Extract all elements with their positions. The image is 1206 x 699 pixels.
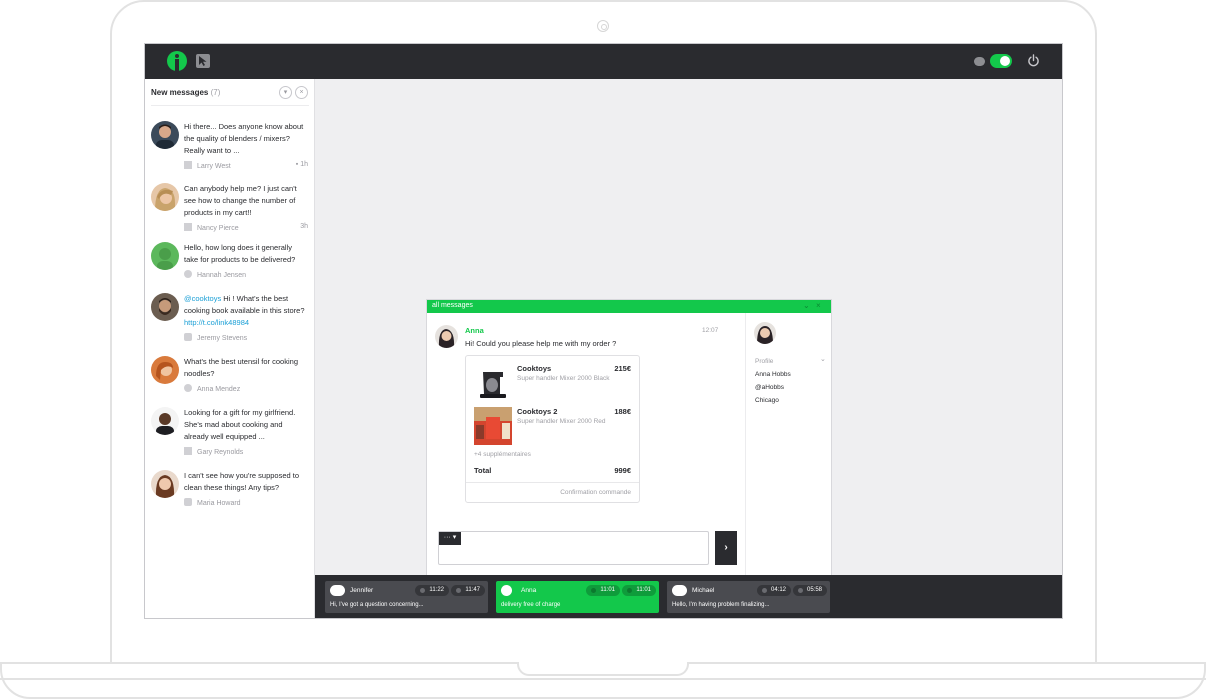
conversation-tray: Jennifer 11:22 11:47 Hi, I've got a ques… [315, 575, 1062, 618]
more-items[interactable]: +4 supplémentaires [474, 451, 531, 458]
message-meta: Maria Howard [184, 498, 308, 508]
messages-sidebar: New messages (7) ▾ × Hi there... Does an… [145, 79, 315, 618]
message-text: I can't see how you're supposed to clean… [184, 471, 300, 492]
message-meta: Larry West ▪ 1h [184, 161, 308, 171]
product-price: 188€ [614, 407, 631, 416]
avatar [151, 470, 179, 498]
sidebar-title: New messages (7) [151, 88, 221, 97]
message-input[interactable]: ··· ▾ [438, 531, 709, 565]
chat-bubble-icon [672, 585, 687, 596]
conversation-preview: delivery free of charge [501, 602, 561, 608]
message-meta: Gary Reynolds [184, 447, 308, 457]
conversation-tab[interactable]: Michael 04:12 05:58 Hello, I'm having pr… [667, 581, 830, 613]
message-text: Hi! Could you please help me with my ord… [465, 339, 617, 348]
close-icon[interactable]: × [816, 301, 821, 310]
close-icon[interactable]: × [295, 86, 308, 99]
chat-bubble-icon [330, 585, 345, 596]
chat-title: all messages [432, 302, 473, 309]
avatar [435, 325, 458, 348]
avatar [151, 121, 179, 149]
message-meta: Hannah Jensen [184, 270, 308, 280]
profile-name: Anna Hobbs [755, 371, 791, 378]
conversation-tab[interactable]: Anna 11:01 11:01 delivery free of charge [496, 581, 659, 613]
facebook-icon [184, 223, 192, 231]
product-image [474, 407, 512, 445]
message-text: Hello, how long does it generally take f… [184, 243, 296, 264]
response-time: 05:58 [793, 585, 827, 596]
mention-link[interactable]: @cooktoys [184, 294, 221, 303]
tweet-link[interactable]: http://t.co/link48984 [184, 318, 249, 327]
chat-title-bar[interactable]: all messages ⌄ × [427, 300, 831, 313]
chat-window: all messages ⌄ × Anna 12:07 Hi! Could yo… [426, 299, 832, 578]
message-text: Looking for a gift for my girlfriend. Sh… [184, 408, 296, 441]
response-time: 11:47 [451, 585, 485, 596]
profile-label: Profile [755, 358, 774, 365]
app-screen: New messages (7) ▾ × Hi there... Does an… [144, 43, 1063, 619]
avatar [151, 183, 179, 211]
message-meta: Jeremy Stevens [184, 333, 308, 343]
message-meta: Nancy Pierce 3h [184, 223, 308, 233]
more-options-button[interactable]: ··· ▾ [439, 532, 461, 545]
chat-icon [184, 270, 192, 278]
camera-icon [597, 20, 609, 32]
avatar [151, 407, 179, 435]
conversation-name: Jennifer [350, 587, 374, 594]
facebook-icon [184, 447, 192, 455]
conversation-name: Anna [521, 587, 537, 594]
message-text: Hi there... Does anyone know about the q… [184, 122, 304, 155]
avatar [151, 242, 179, 270]
message-text: @cooktoys Hi ! What's the best cooking b… [184, 294, 305, 327]
wait-time: 04:12 [757, 585, 791, 596]
chat-status-icon [974, 57, 985, 66]
product-name: Cooktoys [517, 364, 552, 373]
app-logo-icon[interactable] [167, 51, 187, 71]
message-time: 3h [300, 223, 308, 230]
total-value: 999€ [614, 466, 631, 475]
message-time: 12:07 [702, 327, 719, 334]
twitter-icon [184, 498, 192, 506]
chevron-down-icon[interactable]: ⌄ [820, 355, 826, 363]
cursor-icon[interactable] [196, 54, 210, 68]
conversation-preview: Hello, I'm having problem finalizing... [672, 602, 770, 608]
wait-time: 11:22 [415, 585, 449, 596]
order-card: Cooktoys 215€ Super handler Mixer 2000 B… [465, 355, 640, 503]
message-time: ▪ 1h [295, 161, 308, 168]
availability-toggle[interactable] [990, 54, 1012, 68]
product-name: Cooktoys 2 [517, 407, 558, 416]
facebook-icon [184, 161, 192, 169]
messenger-icon [501, 585, 512, 596]
profile-handle: @aHobbs [755, 384, 785, 391]
confirm-order-button[interactable]: Confirmation commande [466, 482, 639, 503]
send-button[interactable]: › [715, 531, 737, 565]
profile-panel: Profile ⌄ Anna Hobbs @aHobbs Chicago [745, 313, 831, 577]
conversation-preview: Hi, I've got a question concerning... [330, 602, 424, 608]
filter-icon[interactable]: ▾ [279, 86, 292, 99]
avatar [151, 293, 179, 321]
message-text: Can anybody help me? I just can't see ho… [184, 184, 297, 217]
wait-time: 11:01 [586, 585, 620, 596]
contact-name: Anna [465, 326, 484, 335]
chat-icon [184, 384, 192, 392]
twitter-icon [184, 333, 192, 341]
message-meta: Anna Mendez [184, 384, 308, 394]
sidebar-header: New messages (7) ▾ × [151, 86, 309, 106]
message-count: (7) [210, 88, 221, 97]
total-label: Total [474, 466, 492, 475]
product-image [474, 364, 512, 402]
profile-city: Chicago [755, 397, 779, 404]
product-description: Super handler Mixer 2000 Red [517, 418, 606, 425]
product-price: 215€ [614, 364, 631, 373]
product-description: Super handler Mixer 2000 Black [517, 375, 610, 382]
conversation-tab[interactable]: Jennifer 11:22 11:47 Hi, I've got a ques… [325, 581, 488, 613]
avatar [754, 322, 776, 344]
chat-conversation: Anna 12:07 Hi! Could you please help me … [427, 313, 745, 577]
minimize-icon[interactable]: ⌄ [803, 301, 810, 310]
conversation-name: Michael [692, 587, 715, 594]
power-icon[interactable] [1027, 54, 1040, 67]
laptop-notch [517, 662, 689, 676]
top-bar [145, 44, 1062, 79]
response-time: 11:01 [622, 585, 656, 596]
message-text: What's the best utensil for cooking nood… [184, 357, 298, 378]
avatar [151, 356, 179, 384]
